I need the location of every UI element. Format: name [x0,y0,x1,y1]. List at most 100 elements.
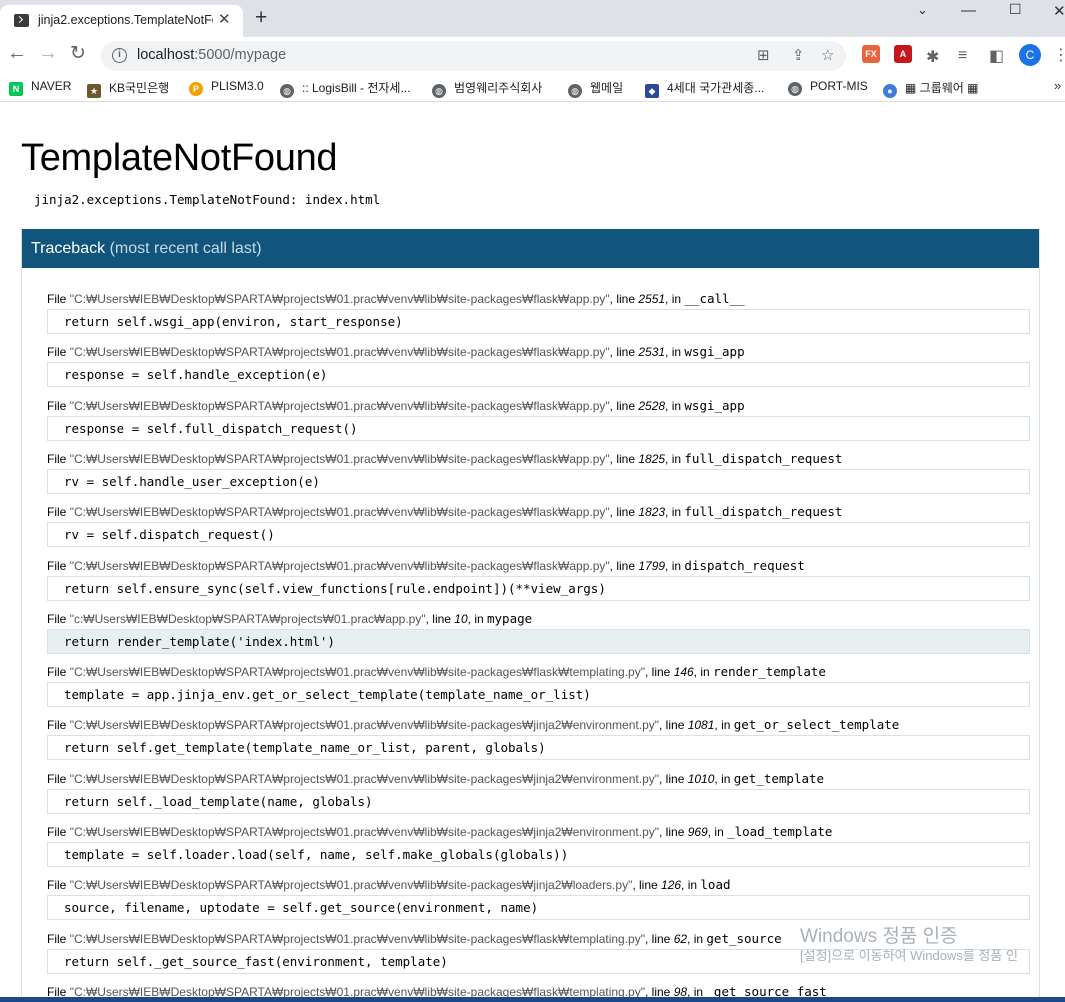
globe-icon: ◍ [568,84,582,98]
share-icon[interactable]: ⇪ [792,46,805,64]
frame-source-line[interactable]: return self.ensure_sync(self.view_functi… [47,575,1030,601]
frame-source-line[interactable]: response = self.handle_exception(e) [47,362,1030,388]
frame-source-line[interactable]: return self.get_template(template_name_o… [47,735,1030,761]
frame-function: full_dispatch_request [684,450,843,466]
frame-line-number: 1823 [638,505,666,520]
frame-file-label: File [47,292,67,306]
side-panel-icon[interactable]: ◧ [989,46,1004,66]
globe-icon: ◍ [280,84,294,98]
traceback-frame: File "c:₩Users₩IEB₩Desktop₩SPARTA₩projec… [47,611,1030,654]
frame-function: get_source [706,930,782,946]
frame-source-line[interactable]: return render_template('index.html') [47,628,1030,654]
minimize-window-icon[interactable]: — [961,2,976,19]
frame-filename: "C:₩Users₩IEB₩Desktop₩SPARTA₩projects₩01… [69,931,645,946]
frame-line-number: 146 [673,665,694,680]
bookmark-naver[interactable]: N NAVER [9,79,71,96]
reload-icon[interactable]: ↻ [70,42,86,65]
traceback-frame: File "C:₩Users₩IEB₩Desktop₩SPARTA₩projec… [47,398,1030,441]
frame-location: File "C:₩Users₩IEB₩Desktop₩SPARTA₩projec… [47,770,825,786]
frame-location: File "C:₩Users₩IEB₩Desktop₩SPARTA₩projec… [47,877,731,893]
bookmark-star-icon[interactable]: ☆ [821,46,834,64]
frame-file-label: File [47,505,67,520]
menu-kebab-icon[interactable]: ⋮ [1053,45,1065,65]
frame-source-line[interactable]: return self.wsgi_app(environ, start_resp… [47,309,1030,334]
frame-line-number: 126 [661,878,682,893]
frame-line-number: 1010 [687,771,715,786]
more-bookmarks-icon[interactable]: » [1054,78,1061,93]
frame-filename: "c:₩Users₩IEB₩Desktop₩SPARTA₩projects₩01… [69,611,426,626]
frame-filename: "C:₩Users₩IEB₩Desktop₩SPARTA₩projects₩01… [69,451,610,466]
url-text[interactable]: localhost:5000/mypage [137,47,286,63]
frame-filename: "C:₩Users₩IEB₩Desktop₩SPARTA₩projects₩01… [69,878,633,893]
media-control-icon[interactable]: ≡ [958,47,967,65]
frame-file-label: File [47,398,67,413]
terminal-favicon-icon [14,14,29,27]
traceback-header[interactable]: Traceback (most recent call last) [22,229,1039,268]
frame-location: File "C:₩Users₩IEB₩Desktop₩SPARTA₩projec… [47,824,833,839]
forward-arrow-icon[interactable]: → [38,42,58,65]
frame-line-number: 1825 [638,451,666,466]
traceback-frame: File "C:₩Users₩IEB₩Desktop₩SPARTA₩projec… [47,504,1030,548]
site-info-icon[interactable]: i [112,48,127,63]
close-tab-icon[interactable]: ✕ [218,10,231,28]
browser-tab[interactable]: jinja2.exceptions.TemplateNotFound ✕ [0,5,243,37]
frame-file-label: File [47,451,67,466]
bookmark-customs[interactable]: ◆ 4세대 국가관세종... [645,79,764,98]
frame-location: File "C:₩Users₩IEB₩Desktop₩SPARTA₩projec… [47,450,843,466]
plism-icon: P [189,82,203,96]
frame-source-line[interactable]: rv = self.dispatch_request() [47,522,1030,548]
globe-icon: ◍ [432,84,446,98]
frame-line-number: 10 [454,611,468,626]
windows-activation-message: [설정]으로 이동하여 Windows를 정품 인 [800,948,1018,963]
bookmark-logisbill[interactable]: ◍:: LogisBill - 전자세... [280,79,410,98]
frame-line-number: 2531 [638,345,666,360]
frame-file-label: File [47,931,67,946]
translate-icon[interactable]: ⊞ [757,46,770,64]
traceback-title: Traceback [31,240,106,257]
bookmarks-bar: N NAVER ★ KB국민은행 P PLISM3.0 ◍:: LogisBill -… [0,74,1065,102]
close-window-icon[interactable]: ✕ [1053,2,1065,20]
extension-fx-icon[interactable]: FX [862,45,880,63]
frame-function: _load_template [727,824,833,839]
frame-filename: "C:₩Users₩IEB₩Desktop₩SPARTA₩projects₩01… [69,825,660,839]
bookmark-plism[interactable]: P PLISM3.0 [189,79,264,96]
frame-source-line[interactable]: return self._load_template(name, globals… [47,788,1030,814]
frame-source-line[interactable]: response = self.full_dispatch_request() [47,415,1030,441]
frame-function: wsgi_app [684,397,745,413]
address-bar[interactable]: i localhost:5000/mypage ⊞ ⇪ ☆ [101,41,846,71]
bookmark-port-mis[interactable]: ◍ PORT-MIS [788,79,868,96]
traceback-subtitle: (most recent call last) [109,240,262,257]
pdf-extension-icon[interactable]: A [894,45,912,63]
globe-icon: ◍ [788,82,802,96]
frame-filename: "C:₩Users₩IEB₩Desktop₩SPARTA₩projects₩01… [69,718,660,733]
error-message: jinja2.exceptions.TemplateNotFound: inde… [34,192,381,207]
frame-source-line[interactable]: template = app.jinja_env.get_or_select_t… [47,682,1030,708]
bookmark-company[interactable]: ◍ 범영웨리주식회사 [432,79,542,98]
frame-source-line[interactable]: rv = self.handle_user_exception(e) [47,468,1030,494]
frame-file-label: File [47,345,67,360]
new-tab-button[interactable]: + [255,6,267,30]
extensions-puzzle-icon[interactable]: ✱ [926,47,939,67]
frame-location: File "C:₩Users₩IEB₩Desktop₩SPARTA₩projec… [47,557,805,573]
traceback-panel: Traceback (most recent call last) File "… [21,229,1040,1002]
traceback-frame: File "C:₩Users₩IEB₩Desktop₩SPARTA₩projec… [47,717,1030,761]
frame-filename: "C:₩Users₩IEB₩Desktop₩SPARTA₩projects₩01… [69,398,610,413]
frame-location: File "C:₩Users₩IEB₩Desktop₩SPARTA₩projec… [47,397,745,413]
frame-line-number: 2528 [638,398,666,413]
frame-line-number: 969 [687,825,708,839]
frame-location: File "C:₩Users₩IEB₩Desktop₩SPARTA₩projec… [47,504,843,520]
frame-source-line[interactable]: source, filename, uptodate = self.get_so… [47,895,1030,921]
frame-function: mypage [487,610,533,626]
traceback-frame: File "C:₩Users₩IEB₩Desktop₩SPARTA₩projec… [47,344,1030,388]
bookmark-groupware[interactable]: ● ▦ 그룹웨어 ▦ [883,79,979,98]
maximize-window-icon[interactable]: ☐ [1009,1,1022,18]
bookmark-webmail[interactable]: ◍ 웹메일 [568,79,623,98]
traceback-frame: File "C:₩Users₩IEB₩Desktop₩SPARTA₩projec… [47,558,1030,601]
frame-source-line[interactable]: template = self.loader.load(self, name, … [47,842,1030,867]
frame-file-label: File [47,718,67,733]
tab-search-chevron-icon[interactable]: ⌄ [917,2,928,18]
back-arrow-icon[interactable]: ← [7,42,27,65]
frame-function: get_or_select_template [733,717,900,733]
profile-avatar[interactable]: C [1019,44,1041,66]
bookmark-kb-bank[interactable]: ★ KB국민은행 [87,79,169,98]
